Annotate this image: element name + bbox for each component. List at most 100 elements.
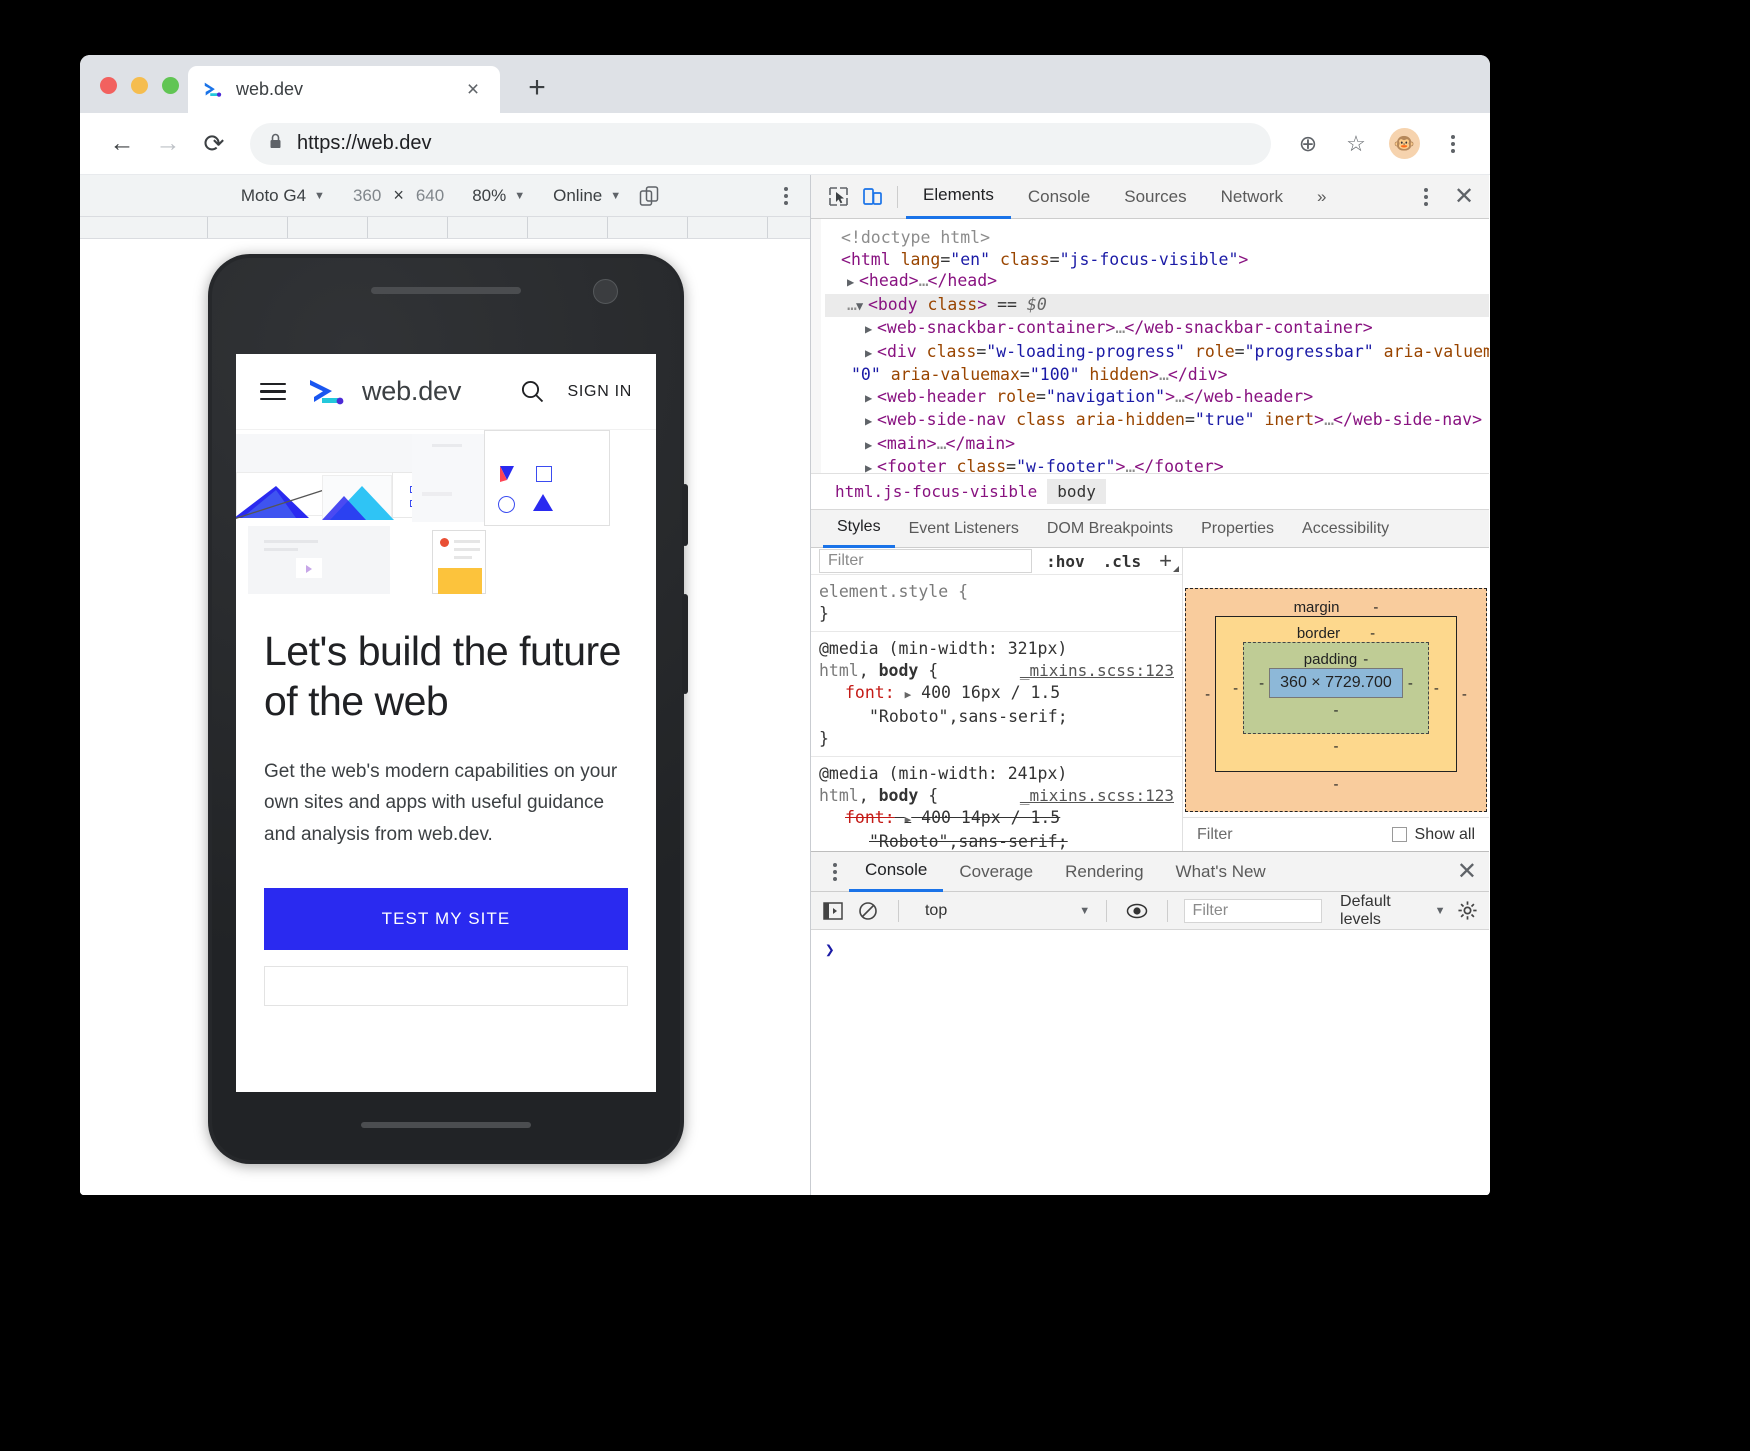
rule-selector[interactable]: html, body {_mixins.scss:123	[819, 785, 1174, 807]
breadcrumb-item-body[interactable]: body	[1047, 479, 1106, 504]
css-declaration[interactable]: font: ▶ 400 16px / 1.5	[819, 682, 1174, 706]
rule-selector[interactable]: html, body {_mixins.scss:123	[819, 660, 1174, 682]
dom-node-line[interactable]: ▶<head>…</head>	[825, 270, 1489, 294]
device-select[interactable]: Moto G4 ▼	[227, 186, 339, 206]
chevron-right-icon[interactable]: ▶	[865, 458, 877, 474]
console-context-select[interactable]: top ▼	[915, 902, 1090, 920]
margin-left-value[interactable]: -	[1200, 686, 1215, 703]
box-model-margin[interactable]: margin - - border -	[1185, 588, 1487, 812]
box-model-content[interactable]: 360 × 7729.700	[1269, 668, 1403, 698]
tab-event-listeners[interactable]: Event Listeners	[895, 510, 1033, 548]
test-my-site-button[interactable]: TEST MY SITE	[264, 888, 628, 950]
console-output[interactable]: ❯	[811, 930, 1489, 1195]
css-declaration-value[interactable]: "Roboto",sans-serif;	[819, 831, 1174, 853]
hov-button[interactable]: :hov	[1042, 552, 1089, 571]
console-filter-input[interactable]: Filter	[1184, 899, 1322, 923]
css-declaration[interactable]: font: ▶ 400 14px / 1.5	[819, 807, 1174, 831]
devtools-menu-icon[interactable]	[1409, 182, 1443, 212]
border-right-value[interactable]: -	[1429, 680, 1444, 697]
padding-bottom-value[interactable]: -	[1254, 702, 1418, 719]
drawer-tab-console[interactable]: Console	[849, 852, 943, 892]
bookmark-star-icon[interactable]: ☆	[1341, 129, 1371, 159]
padding-top-value[interactable]: -	[1363, 651, 1368, 668]
dom-node-line[interactable]: <!doctype html>	[825, 227, 1489, 249]
avatar[interactable]: 🐵	[1389, 128, 1420, 159]
device-height-input[interactable]: 640	[416, 186, 444, 206]
tab-properties[interactable]: Properties	[1187, 510, 1288, 548]
console-sidebar-icon[interactable]	[819, 898, 847, 924]
new-tab-button[interactable]: +	[516, 67, 558, 109]
address-bar[interactable]: https://web.dev	[250, 123, 1271, 165]
tab-sources[interactable]: Sources	[1107, 175, 1203, 219]
border-top-value[interactable]: -	[1370, 625, 1375, 642]
install-icon[interactable]: ⊕	[1293, 129, 1323, 159]
cls-button[interactable]: .cls	[1099, 552, 1146, 571]
browser-tab[interactable]: web.dev ×	[188, 66, 500, 113]
device-width-input[interactable]: 360	[353, 186, 381, 206]
rule-source-link[interactable]: _mixins.scss:123	[1020, 660, 1174, 682]
forward-button[interactable]: →	[148, 124, 188, 164]
chevron-right-icon[interactable]: ▶	[847, 272, 859, 294]
border-left-value[interactable]: -	[1228, 680, 1243, 697]
dom-tree[interactable]: <!doctype html><html lang="en" class="js…	[811, 219, 1489, 474]
tab-dom-breakpoints[interactable]: DOM Breakpoints	[1033, 510, 1187, 548]
chevron-right-icon[interactable]: ▶	[865, 435, 877, 457]
dom-node-line[interactable]: ▶<footer class="w-footer">…</footer>	[825, 456, 1489, 474]
drawer-tab-rendering[interactable]: Rendering	[1049, 852, 1159, 892]
show-all-toggle[interactable]: Show all	[1392, 826, 1475, 844]
drawer-menu-icon[interactable]	[821, 863, 849, 881]
tab-accessibility[interactable]: Accessibility	[1288, 510, 1403, 548]
zoom-select[interactable]: 80% ▼	[458, 186, 539, 206]
minimize-window-button[interactable]	[131, 77, 148, 94]
border-bottom-value[interactable]: -	[1228, 738, 1444, 755]
close-window-button[interactable]	[100, 77, 117, 94]
chevron-right-icon[interactable]: ▶	[865, 343, 877, 365]
dom-node-line[interactable]: ▶<main>…</main>	[825, 433, 1489, 457]
maximize-window-button[interactable]	[162, 77, 179, 94]
style-rule[interactable]: element.style {}	[811, 575, 1182, 632]
margin-top-value[interactable]: -	[1373, 599, 1378, 616]
chevron-right-icon[interactable]: ▶	[865, 319, 877, 341]
hamburger-icon[interactable]	[260, 383, 286, 401]
dom-node-line[interactable]: ▶<web-header role="navigation">…</web-he…	[825, 386, 1489, 410]
dom-node-line[interactable]: ▶<div class="w-loading-progress" role="p…	[825, 341, 1489, 365]
chevron-right-icon[interactable]: ▶	[865, 411, 877, 433]
padding-left-value[interactable]: -	[1254, 675, 1269, 692]
inspect-cursor-icon[interactable]	[821, 182, 855, 212]
box-model-padding[interactable]: padding - - 360 × 7729.700 -	[1243, 642, 1429, 734]
window-controls[interactable]	[100, 77, 179, 94]
throttling-select[interactable]: Online ▼	[539, 186, 635, 206]
styles-filter-input[interactable]: Filter	[819, 549, 1032, 573]
tab-console[interactable]: Console	[1011, 175, 1107, 219]
console-levels-select[interactable]: Default levels ▼	[1340, 893, 1445, 929]
close-icon[interactable]: ×	[460, 77, 486, 103]
search-icon[interactable]	[519, 378, 546, 405]
back-button[interactable]: ←	[102, 124, 142, 164]
signin-button[interactable]: SIGN IN	[568, 383, 632, 401]
dom-node-line[interactable]: …▼<body class> == $0	[825, 294, 1489, 318]
chevron-down-icon[interactable]: ▼	[856, 296, 868, 318]
box-model-border[interactable]: border - - padding	[1215, 616, 1457, 772]
dom-node-line[interactable]: <html lang="en" class="js-focus-visible"…	[825, 249, 1489, 271]
rule-selector[interactable]: element.style {	[819, 581, 1174, 603]
dom-node-line[interactable]: "0" aria-valuemax="100" hidden>…</div>	[825, 364, 1489, 386]
live-expression-icon[interactable]	[1123, 898, 1151, 924]
dom-node-line[interactable]: ▶<web-snackbar-container>…</web-snackbar…	[825, 317, 1489, 341]
gear-icon[interactable]	[1453, 898, 1481, 924]
margin-bottom-value[interactable]: -	[1200, 776, 1472, 793]
tab-elements[interactable]: Elements	[906, 175, 1011, 219]
computed-filter-input[interactable]: Filter	[1197, 826, 1233, 844]
device-toolbar-menu-icon[interactable]	[784, 187, 788, 205]
rotate-icon[interactable]	[635, 182, 663, 210]
breadcrumb-item-html[interactable]: html.js-focus-visible	[825, 479, 1047, 504]
show-all-checkbox[interactable]	[1392, 827, 1407, 842]
chevron-right-icon[interactable]: ▶	[865, 388, 877, 410]
device-toolbar-icon[interactable]	[855, 182, 889, 212]
css-declaration-value[interactable]: "Roboto",sans-serif;	[819, 706, 1174, 728]
more-tabs-icon[interactable]: »	[1300, 175, 1343, 219]
dom-node-line[interactable]: ▶<web-side-nav class aria-hidden="true" …	[825, 409, 1489, 433]
padding-right-value[interactable]: -	[1403, 675, 1418, 692]
drawer-tab-whats-new[interactable]: What's New	[1160, 852, 1282, 892]
margin-right-value[interactable]: -	[1457, 686, 1472, 703]
tab-network[interactable]: Network	[1204, 175, 1300, 219]
